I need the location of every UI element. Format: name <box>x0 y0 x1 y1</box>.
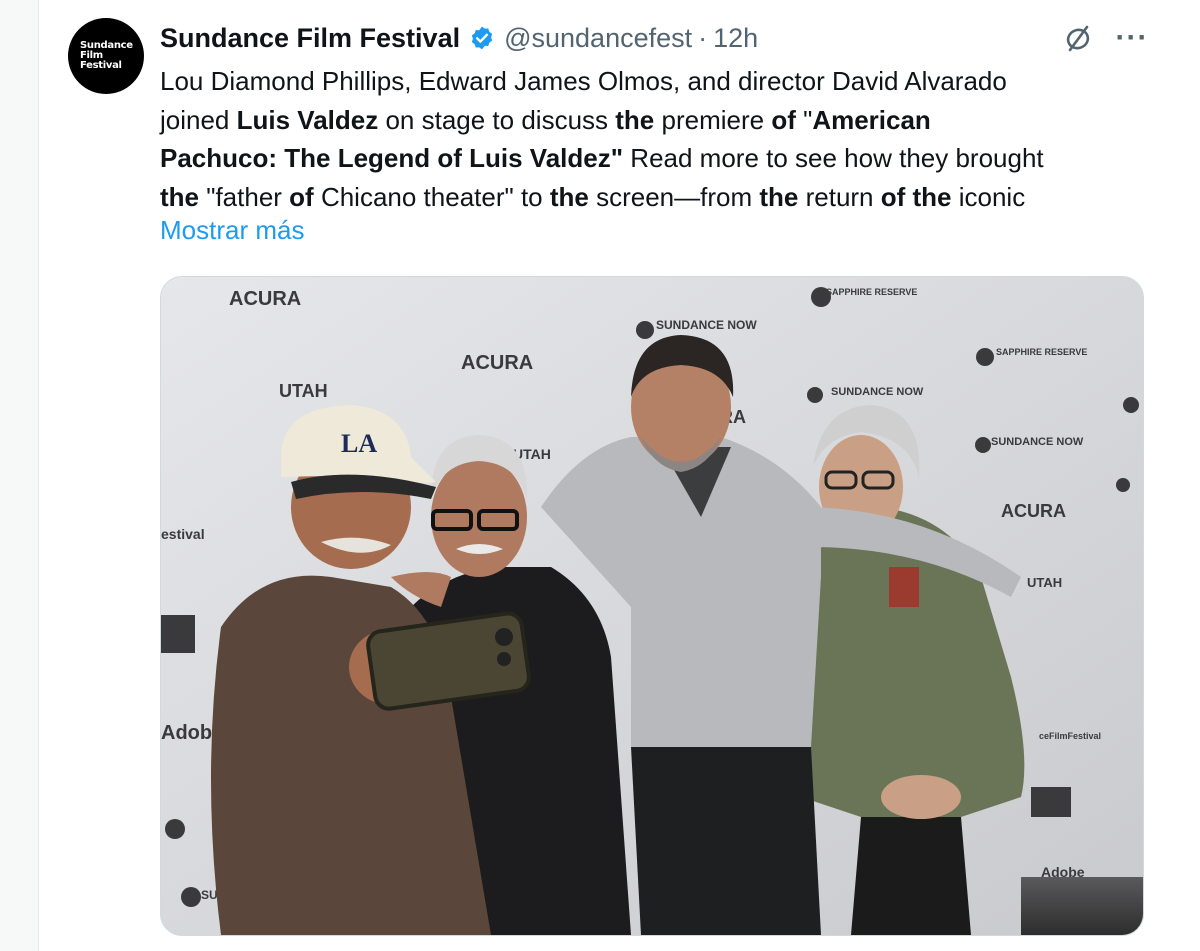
cap-logo: LA <box>341 429 377 458</box>
backdrop-logo: SUNDANCE NOW <box>656 318 757 332</box>
backdrop-logo: SUNDANCE NOW <box>831 386 924 398</box>
tweet-text-line: Lou Diamond Phillips, Edward James Olmos… <box>160 62 1160 101</box>
author-avatar[interactable]: Sundance Film Festival <box>68 18 144 94</box>
backdrop-logo: SAPPHIRE RESERVE <box>996 347 1087 357</box>
verified-badge-icon[interactable] <box>468 24 496 52</box>
tweet-text-line: joined Luis Valdez on stage to discuss t… <box>160 101 1160 140</box>
tweet-text-bold: of <box>289 181 314 212</box>
more-options-icon[interactable]: ··· <box>1112 18 1152 58</box>
backdrop-logo: Adobe <box>1041 864 1085 880</box>
floor <box>1021 877 1143 935</box>
tweet-text-segment: on stage to discuss <box>378 104 616 135</box>
backdrop-logo: ACURA <box>229 288 301 310</box>
tweet-text-segment: "father <box>199 181 290 212</box>
tweet-header: Sundance Film Festival @sundancefest · 1… <box>160 20 1160 56</box>
avatar-logo-text: Festival <box>80 60 122 71</box>
backdrop-logo: ACURA <box>461 352 533 374</box>
grok-icon[interactable] <box>1061 22 1095 56</box>
tweet-text-bold: the <box>615 104 655 135</box>
backdrop-logo: ceFilmFestival <box>1039 731 1101 741</box>
timestamp[interactable]: 12h <box>713 23 758 54</box>
tweet-text-segment: Chicano theater" to <box>313 181 550 212</box>
backdrop-logo: UTAH <box>1027 575 1062 590</box>
tweet-text-bold: American <box>812 104 931 135</box>
tweet-text-bold: of the <box>880 181 952 212</box>
tweet-text-bold: Luis Valdez <box>236 104 379 135</box>
tweet-text-bold: Pachuco: The Legend of Luis Valdez" <box>160 143 624 173</box>
backdrop-logo: SUNDANCE NOW <box>991 436 1084 448</box>
tweet-text-bold: of <box>771 104 796 135</box>
tweet-photo[interactable]: ACURA ACURA ACURA ACURA SUNDANCE NOW SUN… <box>160 276 1144 936</box>
backdrop-logo: UTAH <box>279 381 328 401</box>
show-more-link[interactable]: Mostrar más <box>160 215 304 246</box>
author-handle[interactable]: @sundancefest <box>504 23 692 54</box>
tweet-text-bold: the <box>549 181 589 212</box>
tweet-text-segment: screen—from <box>588 181 760 212</box>
tweet-text-segment: return <box>798 181 881 212</box>
tweet-text-segment: Lou Diamond Phillips, Edward James Olmos… <box>160 66 1007 96</box>
tweet-text: Lou Diamond Phillips, Edward James Olmos… <box>160 62 1160 216</box>
tweet-text-segment: " <box>795 104 813 135</box>
tweet-text-segment: premiere <box>654 104 772 135</box>
backdrop-logo: ACURA <box>1001 501 1066 521</box>
tweet-text-segment: Read more to see how they brought <box>623 143 1044 173</box>
tweet-text-bold: the <box>160 181 199 212</box>
tweet-text-segment: joined <box>160 104 237 135</box>
backdrop-logo: estival <box>161 526 205 542</box>
separator-dot: · <box>698 22 708 53</box>
author-name[interactable]: Sundance Film Festival <box>160 23 460 54</box>
tweet-text-bold: the <box>759 181 799 212</box>
tweet-text-segment: iconic <box>951 181 1026 212</box>
tweet-text-line: Pachuco: The Legend of Luis Valdez" Read… <box>160 139 1160 178</box>
tweet-text-line: the "father of Chicano theater" to the s… <box>160 178 1160 217</box>
backdrop-logo: SAPPHIRE RESERVE <box>826 287 917 297</box>
